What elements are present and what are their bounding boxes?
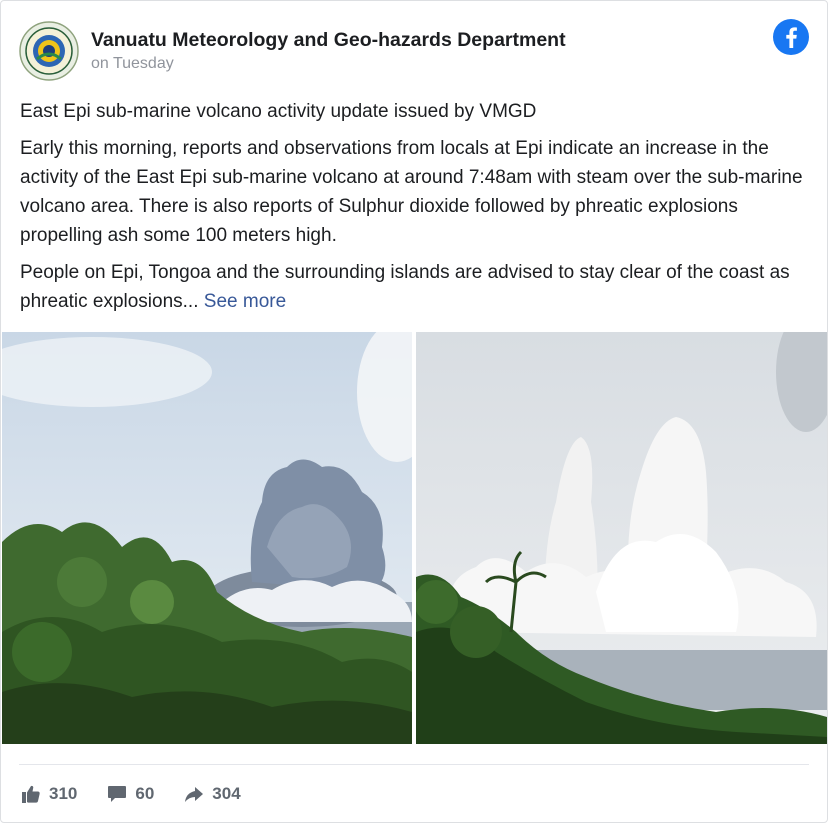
post-header: Vanuatu Meteorology and Geo-hazards Depa… (19, 19, 809, 81)
facebook-icon[interactable] (773, 19, 809, 55)
like-button[interactable]: 310 (21, 784, 77, 804)
post-text: East Epi sub-marine volcano activity upd… (20, 97, 807, 324)
see-more-link[interactable]: See more (204, 291, 286, 312)
share-count: 304 (212, 784, 241, 803)
actions-divider (19, 764, 809, 765)
volcano-photo-left[interactable] (2, 332, 412, 744)
engagement-bar: 310 60 304 (21, 781, 271, 807)
post-body-paragraph: Early this morning, reports and observat… (20, 138, 803, 246)
like-count: 310 (49, 784, 78, 803)
photo-grid (1, 332, 827, 744)
page-name[interactable]: Vanuatu Meteorology and Geo-hazards Depa… (91, 29, 566, 52)
department-seal-icon[interactable] (19, 21, 79, 81)
share-arrow-icon (185, 787, 204, 802)
thumbs-up-icon (22, 785, 40, 803)
embedded-post: Vanuatu Meteorology and Geo-hazards Depa… (0, 0, 828, 823)
truncated-text: People on Epi, Tongoa and the surroundin… (20, 262, 790, 312)
share-button[interactable]: 304 (184, 784, 241, 804)
post-truncated-paragraph: People on Epi, Tongoa and the surroundin… (20, 258, 807, 316)
comment-button[interactable]: 60 (107, 784, 154, 804)
post-timestamp[interactable]: on Tuesday (91, 55, 174, 73)
volcano-photo-right[interactable] (416, 332, 827, 744)
post-headline: East Epi sub-marine volcano activity upd… (20, 101, 537, 122)
comment-count: 60 (135, 784, 155, 803)
comment-bubble-icon (108, 786, 127, 802)
